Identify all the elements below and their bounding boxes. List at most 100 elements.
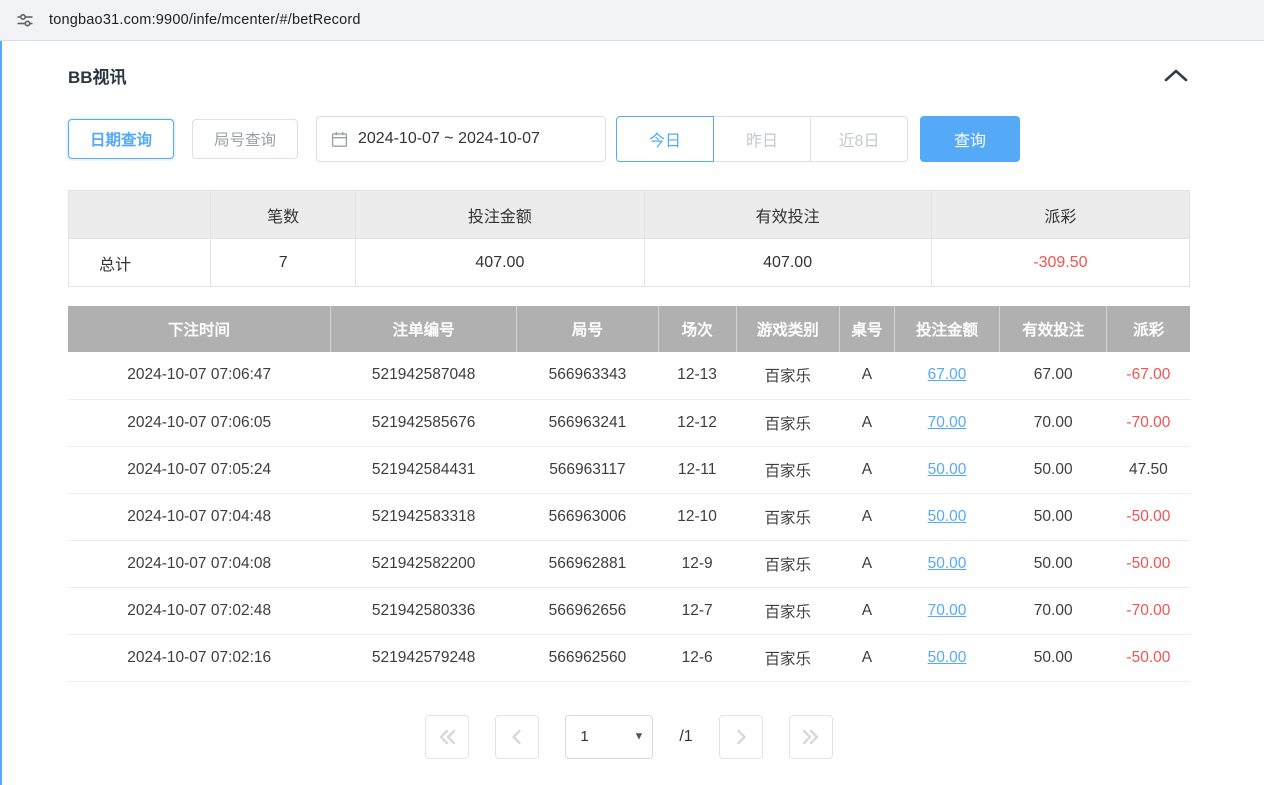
cell-game-type: 百家乐: [736, 493, 839, 540]
site-settings-icon[interactable]: [14, 9, 36, 31]
cell-round-id: 566962881: [517, 540, 658, 587]
cell-session: 12-13: [658, 352, 736, 399]
cell-bet-time: 2024-10-07 07:02:48: [68, 587, 330, 634]
bet-record-panel: BB视讯 日期查询 局号查询 2024-10-07 ~ 2024-10-07 今…: [0, 41, 1264, 785]
cell-round-id: 566963117: [517, 446, 658, 493]
bet-amount-link[interactable]: 50.00: [928, 555, 967, 572]
page-select[interactable]: 1: [565, 715, 653, 759]
bet-records-table: 下注时间 注单编号 局号 场次 游戏类别 桌号 投注金额 有效投注 派彩 202…: [68, 306, 1190, 682]
url-text[interactable]: tongbao31.com:9900/infe/mcenter/#/betRec…: [49, 12, 361, 28]
cell-valid-bet: 50.00: [1000, 493, 1107, 540]
cell-session: 12-7: [658, 587, 736, 634]
bet-table-body: 2024-10-07 07:06:47521942587048566963343…: [68, 352, 1190, 681]
cell-bet-amount: 50.00: [894, 540, 999, 587]
cell-valid-bet: 70.00: [1000, 399, 1107, 446]
bet-amount-link[interactable]: 70.00: [928, 414, 967, 431]
cell-session: 12-11: [658, 446, 736, 493]
quick-last8days-button[interactable]: 近8日: [810, 116, 908, 162]
summary-valid-bet: 407.00: [644, 239, 931, 287]
cell-payout: -70.00: [1107, 399, 1190, 446]
cell-bet-time: 2024-10-07 07:04:08: [68, 540, 330, 587]
header-order-id: 注单编号: [330, 306, 516, 352]
cell-bet-amount: 50.00: [894, 493, 999, 540]
chevron-up-icon: [1164, 69, 1188, 82]
first-page-button[interactable]: [425, 715, 469, 759]
cell-game-type: 百家乐: [736, 352, 839, 399]
cell-bet-time: 2024-10-07 07:06:05: [68, 399, 330, 446]
date-query-tab[interactable]: 日期查询: [68, 119, 174, 159]
cell-round-id: 566962656: [517, 587, 658, 634]
cell-session: 12-12: [658, 399, 736, 446]
collapse-panel-button[interactable]: [1162, 65, 1190, 86]
header-bet-time: 下注时间: [68, 306, 330, 352]
cell-valid-bet: 70.00: [1000, 587, 1107, 634]
cell-order-id: 521942579248: [330, 634, 516, 681]
pagination: 1 ▼ /1: [68, 715, 1190, 759]
summary-header-bet-amount: 投注金额: [356, 191, 644, 239]
cell-valid-bet: 50.00: [1000, 446, 1107, 493]
cell-session: 12-6: [658, 634, 736, 681]
quick-yesterday-button[interactable]: 昨日: [713, 116, 811, 162]
summary-header-count: 笔数: [211, 191, 356, 239]
header-session: 场次: [658, 306, 736, 352]
table-row: 2024-10-07 07:04:48521942583318566963006…: [68, 493, 1190, 540]
cell-payout: -50.00: [1107, 493, 1190, 540]
cell-bet-amount: 50.00: [894, 446, 999, 493]
next-page-button[interactable]: [719, 715, 763, 759]
cell-bet-time: 2024-10-07 07:05:24: [68, 446, 330, 493]
cell-order-id: 521942582200: [330, 540, 516, 587]
cell-game-type: 百家乐: [736, 634, 839, 681]
cell-valid-bet: 67.00: [1000, 352, 1107, 399]
filter-bar: 日期查询 局号查询 2024-10-07 ~ 2024-10-07 今日 昨日 …: [68, 116, 1190, 162]
header-valid-bet: 有效投注: [1000, 306, 1107, 352]
table-row: 2024-10-07 07:02:16521942579248566962560…: [68, 634, 1190, 681]
date-range-input[interactable]: 2024-10-07 ~ 2024-10-07: [316, 116, 606, 162]
bet-amount-link[interactable]: 70.00: [928, 602, 967, 619]
cell-session: 12-9: [658, 540, 736, 587]
cell-table-no: A: [839, 540, 894, 587]
cell-round-id: 566963343: [517, 352, 658, 399]
cell-table-no: A: [839, 634, 894, 681]
cell-bet-amount: 50.00: [894, 634, 999, 681]
cell-valid-bet: 50.00: [1000, 634, 1107, 681]
cell-table-no: A: [839, 399, 894, 446]
cell-payout: -70.00: [1107, 587, 1190, 634]
bet-amount-link[interactable]: 50.00: [928, 461, 967, 478]
table-row: 2024-10-07 07:02:48521942580336566962656…: [68, 587, 1190, 634]
cell-bet-amount: 70.00: [894, 399, 999, 446]
bet-amount-link[interactable]: 67.00: [928, 366, 967, 383]
cell-payout: -50.00: [1107, 540, 1190, 587]
cell-table-no: A: [839, 493, 894, 540]
cell-payout: 47.50: [1107, 446, 1190, 493]
date-range-value: 2024-10-07 ~ 2024-10-07: [358, 130, 540, 148]
summary-table: 笔数 投注金额 有效投注 派彩 总计 7 407.00 407.00 -309.…: [68, 190, 1190, 287]
search-button[interactable]: 查询: [920, 116, 1020, 162]
cell-game-type: 百家乐: [736, 399, 839, 446]
chevron-right-icon: [733, 729, 749, 745]
chevron-left-icon: [509, 729, 525, 745]
prev-page-button[interactable]: [495, 715, 539, 759]
summary-payout: -309.50: [931, 239, 1189, 287]
bet-amount-link[interactable]: 50.00: [928, 508, 967, 525]
calendar-icon: [331, 131, 348, 148]
cell-bet-time: 2024-10-07 07:04:48: [68, 493, 330, 540]
round-query-tab[interactable]: 局号查询: [192, 119, 298, 159]
last-page-button[interactable]: [789, 715, 833, 759]
cell-bet-time: 2024-10-07 07:06:47: [68, 352, 330, 399]
cell-round-id: 566963006: [517, 493, 658, 540]
cell-round-id: 566963241: [517, 399, 658, 446]
table-row: 2024-10-07 07:04:08521942582200566962881…: [68, 540, 1190, 587]
cell-order-id: 521942584431: [330, 446, 516, 493]
quick-date-group: 今日 昨日 近8日: [616, 116, 908, 162]
bet-amount-link[interactable]: 50.00: [928, 649, 967, 666]
quick-today-button[interactable]: 今日: [616, 116, 714, 162]
cell-bet-amount: 67.00: [894, 352, 999, 399]
cell-order-id: 521942585676: [330, 399, 516, 446]
cell-order-id: 521942587048: [330, 352, 516, 399]
table-row: 2024-10-07 07:06:47521942587048566963343…: [68, 352, 1190, 399]
header-bet-amount: 投注金额: [894, 306, 999, 352]
summary-header-payout: 派彩: [931, 191, 1189, 239]
summary-count: 7: [211, 239, 356, 287]
cell-order-id: 521942583318: [330, 493, 516, 540]
summary-row: 总计 7 407.00 407.00 -309.50: [69, 239, 1190, 287]
